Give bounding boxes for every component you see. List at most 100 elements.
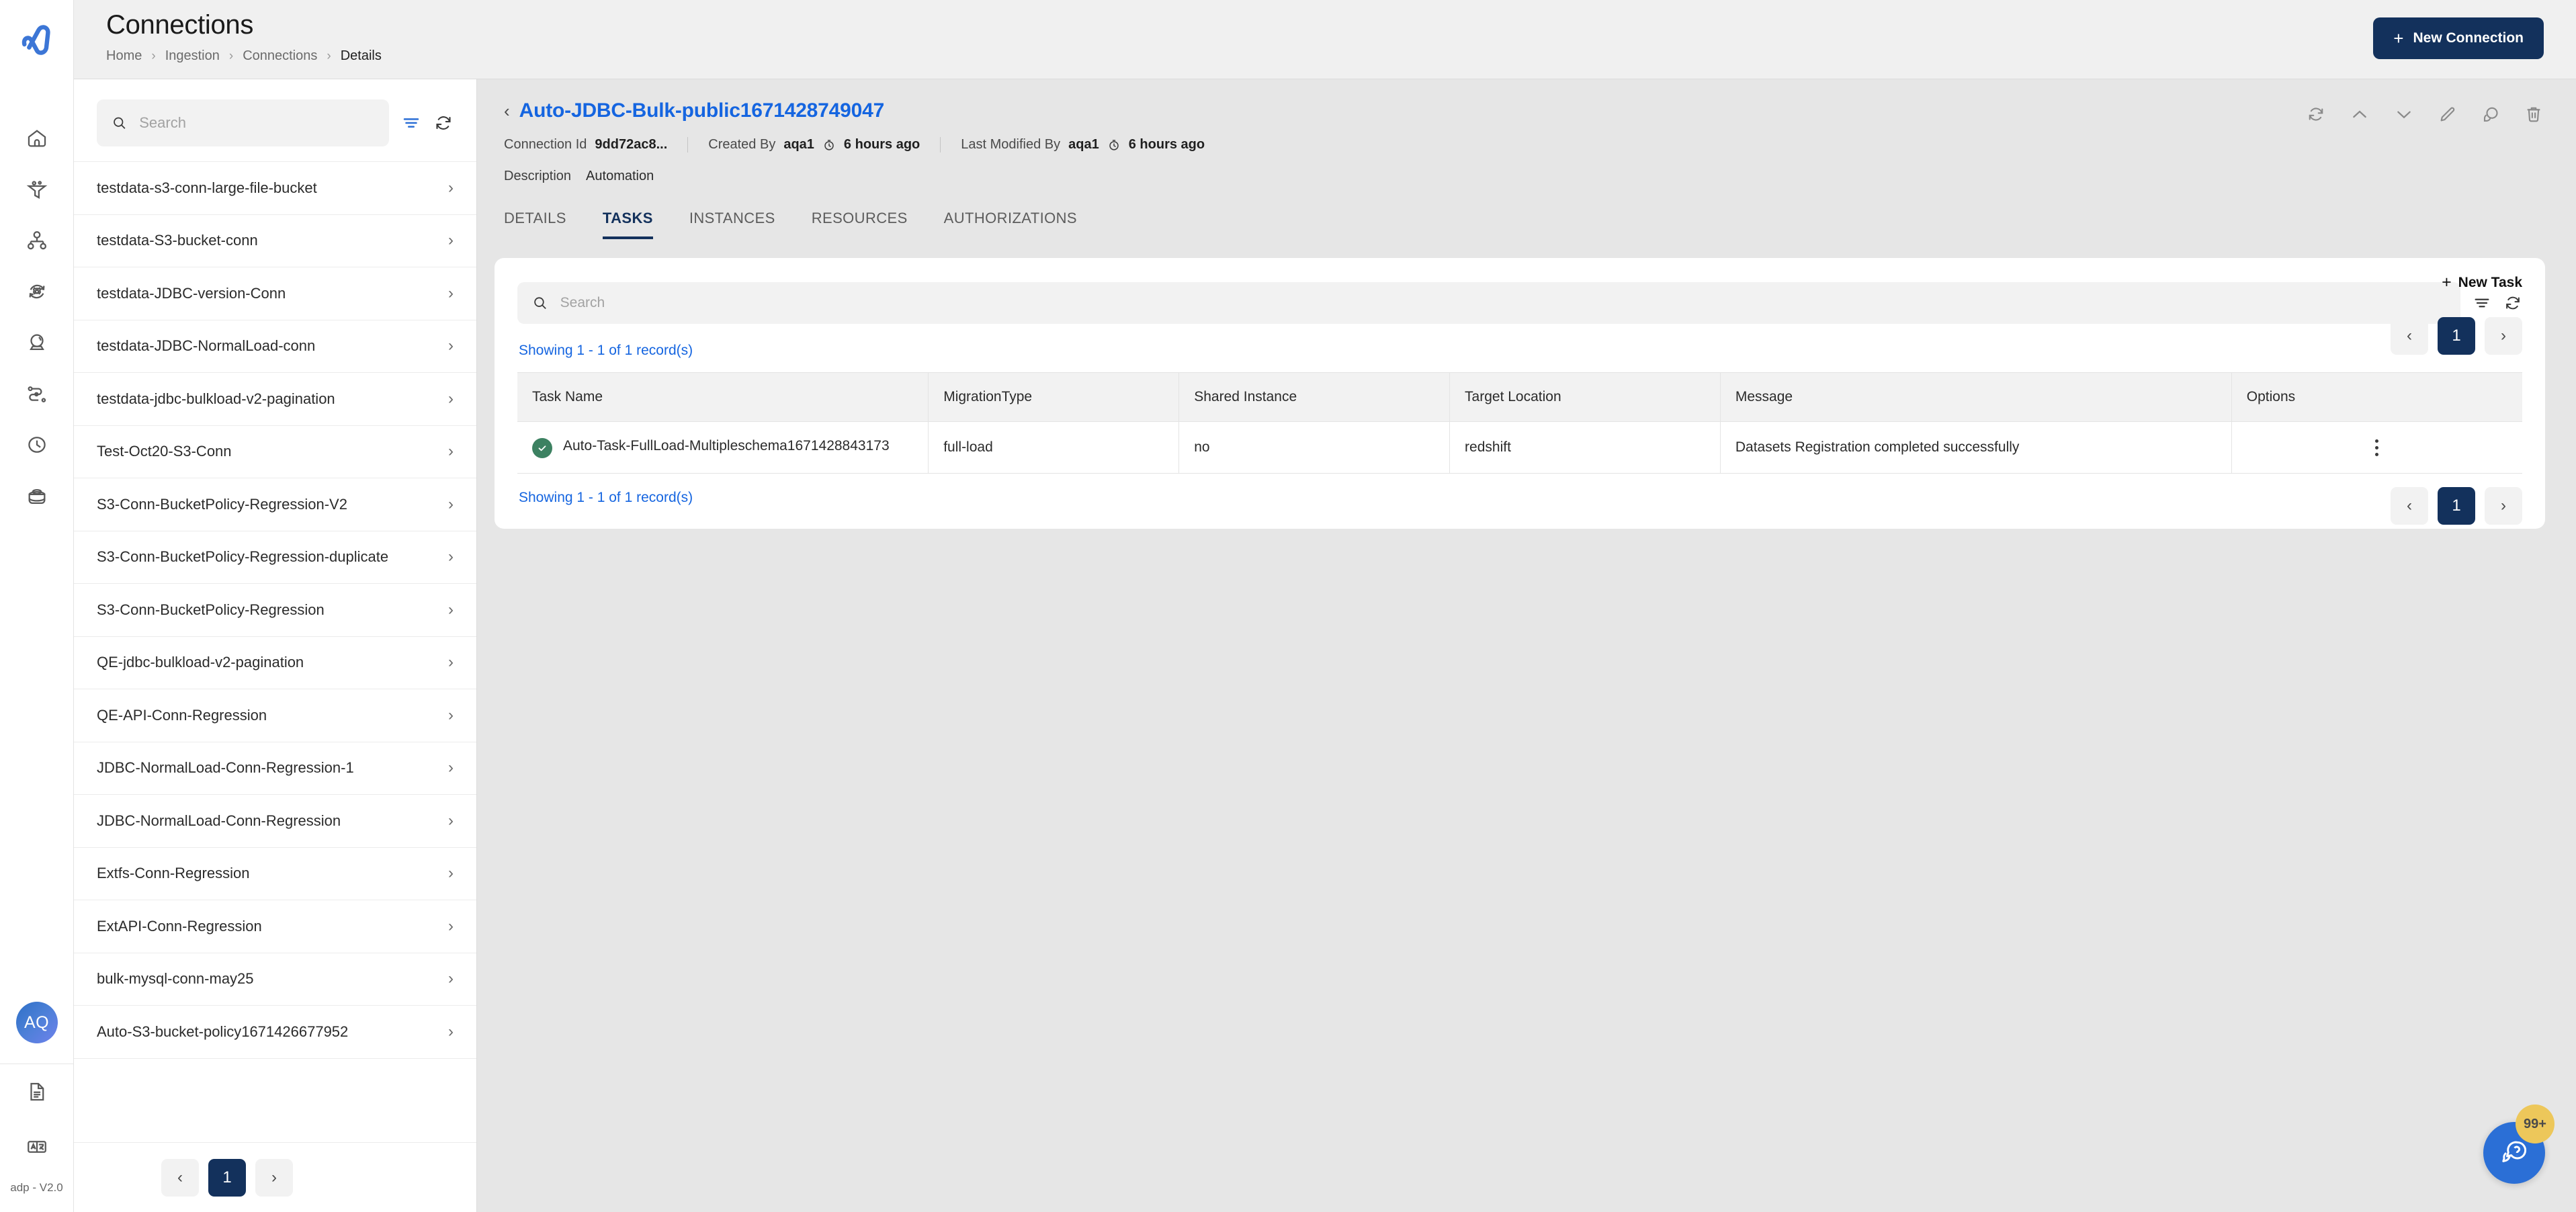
connection-name: QE-jdbc-bulkload-v2-pagination	[97, 654, 304, 671]
sidebar-item-ingestion[interactable]	[0, 164, 73, 215]
list-item[interactable]: bulk-mysql-conn-may25 ›	[74, 953, 476, 1006]
breadcrumb-ingestion[interactable]: Ingestion	[165, 48, 220, 64]
column-shared-instance[interactable]: Shared Instance	[1178, 372, 1451, 422]
connections-search-box[interactable]	[97, 99, 389, 146]
refresh-button[interactable]	[2306, 104, 2326, 124]
meta-value: 9dd72ac8...	[595, 137, 668, 152]
list-item[interactable]: testdata-JDBC-NormalLoad-conn ›	[74, 320, 476, 373]
connections-refresh-button[interactable]	[433, 113, 454, 133]
sidebar-item-hierarchy[interactable]	[0, 215, 73, 266]
chevron-right-icon: ›	[448, 653, 454, 672]
search-icon	[534, 297, 546, 310]
list-item[interactable]: Extfs-Conn-Regression ›	[74, 848, 476, 900]
pagination-page-1-button[interactable]: 1	[208, 1158, 246, 1197]
list-item[interactable]: Test-Oct20-S3-Conn ›	[74, 426, 476, 478]
chevron-right-icon: ›	[448, 705, 454, 724]
list-item[interactable]: S3-Conn-BucketPolicy-Regression ›	[74, 584, 476, 637]
connections-pagination: ‹ 1 ›	[74, 1142, 476, 1212]
breadcrumb: Home › Ingestion › Connections › Details	[106, 48, 2544, 64]
list-item[interactable]: testdata-JDBC-version-Conn ›	[74, 267, 476, 320]
table-row[interactable]: Auto-Task-FullLoad-Multipleschema1671428…	[517, 421, 2522, 474]
sidebar-item-processing[interactable]	[0, 266, 73, 317]
pagination-page-1-button[interactable]: 1	[2438, 317, 2475, 355]
clock-icon	[1107, 138, 1121, 152]
sidebar-item-catalog[interactable]	[0, 470, 73, 521]
list-item[interactable]: testdata-jdbc-bulkload-v2-pagination ›	[74, 373, 476, 426]
refresh-icon	[2309, 107, 2323, 121]
chevron-right-icon: ›	[448, 494, 454, 513]
new-connection-button[interactable]: + New Connection	[2373, 17, 2544, 59]
connections-filter-button[interactable]	[401, 113, 421, 133]
pagination-next-button[interactable]: ›	[255, 1158, 293, 1197]
tasks-table: Task Name MigrationType Shared Instance …	[517, 372, 2522, 474]
edit-button[interactable]	[2438, 104, 2458, 124]
back-button[interactable]: ‹	[504, 102, 510, 120]
breadcrumb-home[interactable]: Home	[106, 48, 142, 64]
sidebar-item-scheduler[interactable]	[0, 419, 73, 470]
breadcrumb-connections[interactable]: Connections	[243, 48, 317, 64]
tasks-search-input[interactable]	[560, 295, 2446, 311]
list-item[interactable]: testdata-s3-conn-large-file-bucket ›	[74, 162, 476, 215]
tasks-pagination-top: ‹ 1 ›	[2391, 317, 2522, 355]
connection-title[interactable]: Auto-JDBC-Bulk-public1671428749047	[519, 99, 885, 122]
list-search-toolbar	[74, 79, 476, 161]
tasks-search-box[interactable]	[517, 282, 2460, 324]
duplicate-button[interactable]	[2481, 104, 2501, 124]
tab-resources[interactable]: RESOURCES	[812, 210, 908, 239]
tab-tasks[interactable]: TASKS	[602, 210, 653, 239]
pagination-next-button[interactable]: ›	[2485, 317, 2522, 355]
connection-name: Test-Oct20-S3-Conn	[97, 443, 232, 460]
avatar[interactable]: AQ	[15, 1002, 58, 1043]
sidebar-item-workflows[interactable]	[0, 368, 73, 419]
tab-instances[interactable]: INSTANCES	[689, 210, 775, 239]
chevron-right-icon: ›	[448, 864, 454, 883]
list-item[interactable]: S3-Conn-BucketPolicy-Regression-duplicat…	[74, 531, 476, 584]
column-migration-type[interactable]: MigrationType	[928, 372, 1180, 422]
connections-search-input[interactable]	[139, 114, 374, 132]
column-task-name[interactable]: Task Name	[517, 372, 929, 422]
list-item[interactable]: QE-API-Conn-Regression ›	[74, 689, 476, 742]
docs-button[interactable]	[0, 1064, 73, 1119]
row-options-menu-icon[interactable]	[2247, 439, 2507, 456]
duplicate-icon	[2483, 107, 2498, 122]
list-item[interactable]: testdata-S3-bucket-conn ›	[74, 215, 476, 267]
list-item[interactable]: QE-jdbc-bulkload-v2-pagination ›	[74, 637, 476, 689]
list-item[interactable]: ExtAPI-Conn-Regression ›	[74, 900, 476, 953]
pagination-prev-button[interactable]: ‹	[2391, 487, 2428, 525]
new-task-button[interactable]: + New Task	[2442, 273, 2522, 292]
delete-button[interactable]	[2524, 104, 2544, 124]
meta-connection-id: Connection Id 9dd72ac8...	[504, 137, 687, 153]
column-target-location[interactable]: Target Location	[1449, 372, 1721, 422]
collapse-up-button[interactable]	[2349, 103, 2370, 125]
tab-authorizations[interactable]: AUTHORIZATIONS	[944, 210, 1077, 239]
pagination-prev-button[interactable]: ‹	[161, 1158, 199, 1197]
cell-shared-instance: no	[1178, 421, 1451, 474]
connection-detail-panel: ‹ Auto-JDBC-Bulk-public1671428749047 Con…	[477, 79, 2576, 1212]
list-item[interactable]: JDBC-NormalLoad-Conn-Regression ›	[74, 795, 476, 848]
crystal-ball-icon	[29, 334, 44, 351]
chevron-right-icon: ›	[448, 284, 454, 302]
tasks-toolbar: + New Task ‹ 1 ›	[517, 273, 2522, 355]
pagination-page-1-button[interactable]: 1	[2438, 487, 2475, 525]
expand-down-button[interactable]	[2393, 103, 2415, 125]
list-item[interactable]: Auto-S3-bucket-policy1671426677952 ›	[74, 1006, 476, 1059]
connection-name: ExtAPI-Conn-Regression	[97, 917, 262, 935]
app-version: adp - V2.0	[10, 1181, 63, 1194]
tasks-filter-button[interactable]	[2473, 294, 2491, 312]
connection-name: S3-Conn-BucketPolicy-Regression	[97, 601, 325, 618]
connection-name: bulk-mysql-conn-may25	[97, 970, 254, 988]
language-button[interactable]	[0, 1119, 73, 1174]
sidebar-item-insights[interactable]	[0, 317, 73, 368]
list-item[interactable]: S3-Conn-BucketPolicy-Regression-V2 ›	[74, 478, 476, 531]
tab-details[interactable]: DETAILS	[504, 210, 566, 239]
tasks-refresh-button[interactable]	[2503, 294, 2522, 312]
document-icon	[30, 1082, 44, 1101]
app-logo[interactable]	[0, 0, 73, 79]
pagination-prev-button[interactable]: ‹	[2391, 317, 2428, 355]
description-label: Description	[504, 169, 572, 183]
pagination-next-button[interactable]: ›	[2485, 487, 2522, 525]
sidebar-item-home[interactable]	[0, 113, 73, 164]
meta-created-by: Created By aqa1 6 hours ago	[687, 137, 940, 153]
list-item[interactable]: JDBC-NormalLoad-Conn-Regression-1 ›	[74, 742, 476, 795]
column-message[interactable]: Message	[1720, 372, 2232, 422]
